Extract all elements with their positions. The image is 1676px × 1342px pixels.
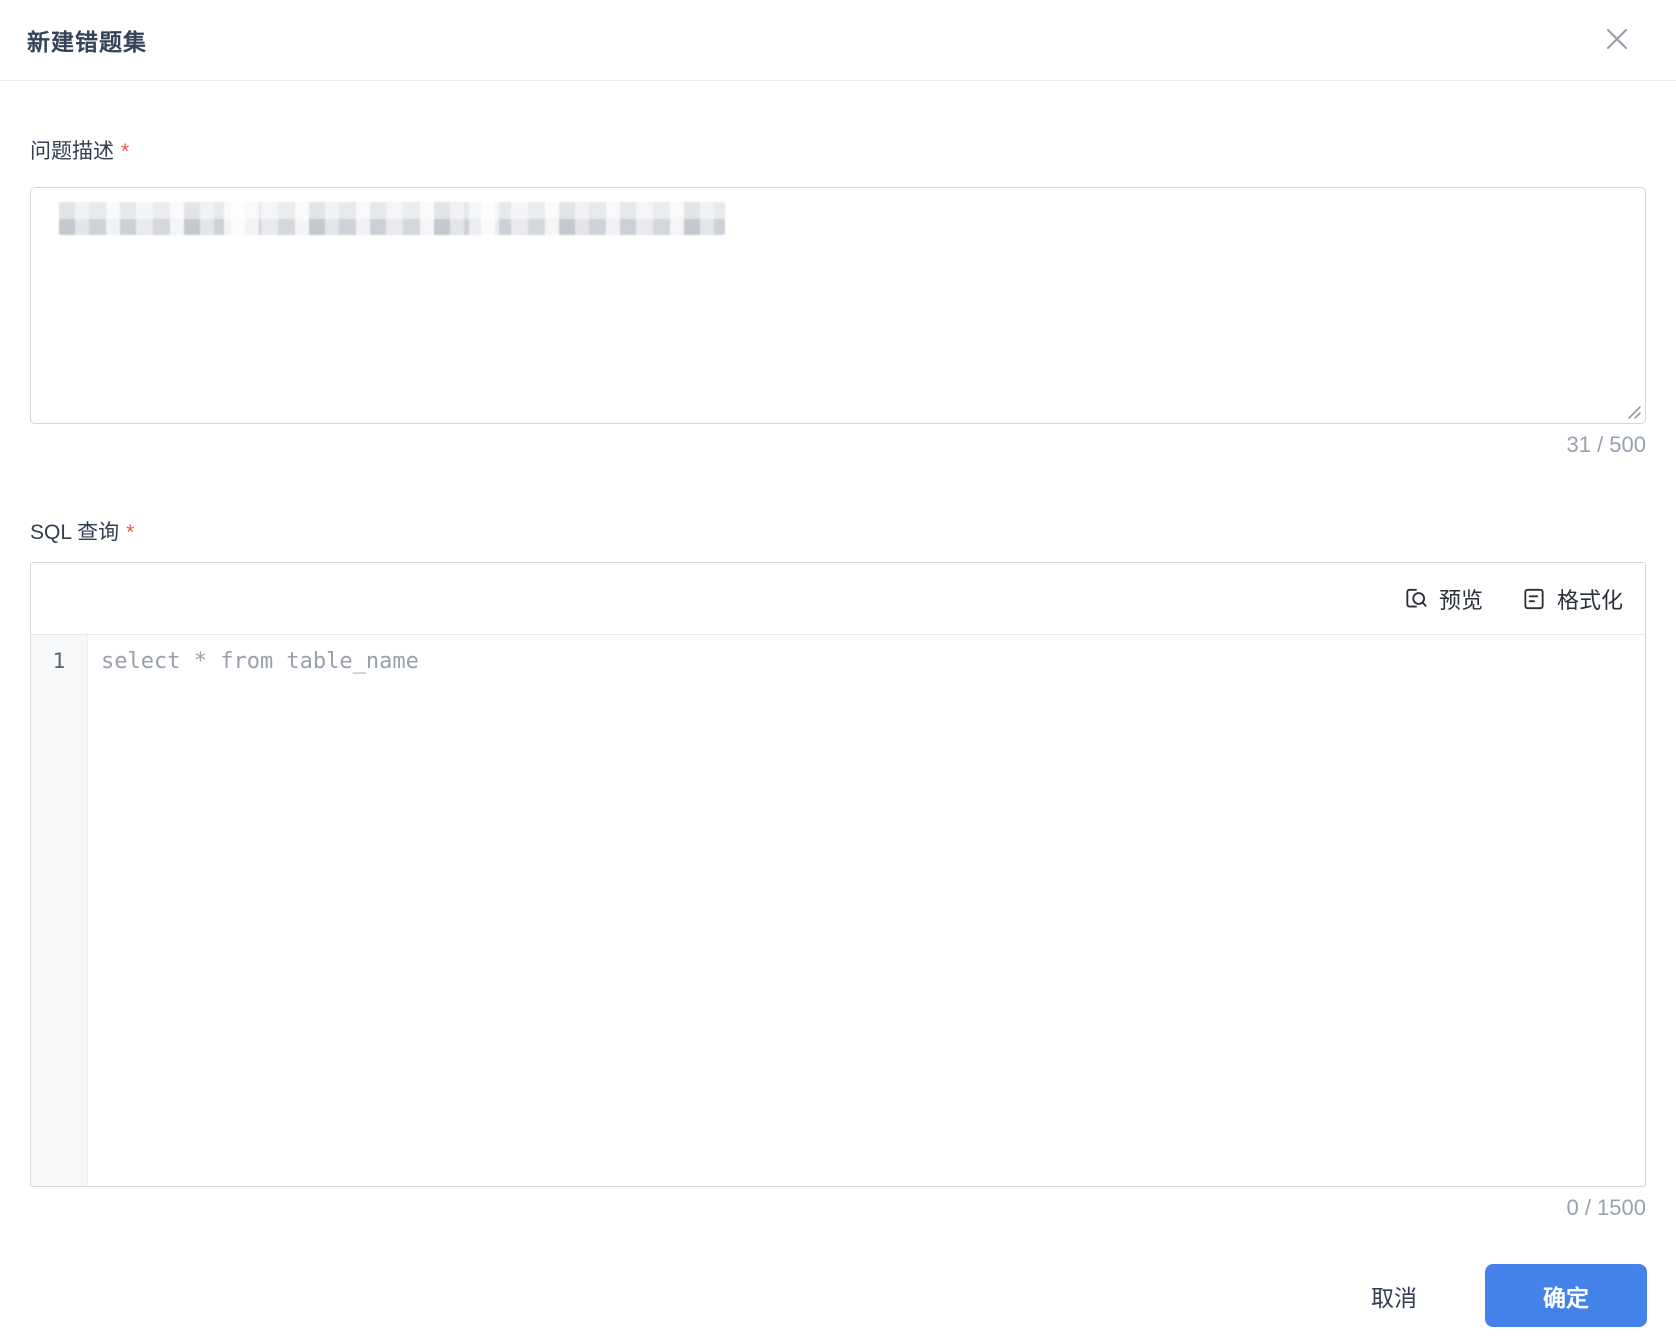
sql-code-input[interactable]: 1 select * from table_name	[31, 635, 1645, 1186]
preview-icon	[1403, 586, 1429, 612]
format-icon	[1521, 586, 1547, 612]
line-number-gutter: 1	[31, 635, 88, 1186]
required-asterisk: *	[121, 140, 130, 163]
sql-char-counter: 0 / 1500	[1566, 1195, 1646, 1220]
description-label-text: 问题描述	[30, 140, 114, 163]
cancel-button[interactable]: 取消	[1343, 1265, 1445, 1327]
sql-editor: 预览 格式化 1 select * from table_name	[30, 562, 1646, 1187]
dialog-title: 新建错题集	[27, 29, 147, 55]
sql-placeholder: select * from table_name	[101, 649, 419, 674]
close-icon	[1603, 25, 1631, 53]
format-button[interactable]: 格式化	[1521, 583, 1623, 615]
description-label: 问题描述 *	[30, 135, 1646, 165]
preview-button-label: 预览	[1438, 587, 1483, 613]
format-button-label: 格式化	[1556, 587, 1623, 613]
confirm-button[interactable]: 确定	[1485, 1264, 1647, 1327]
sql-editor-toolbar: 预览 格式化	[31, 563, 1645, 635]
sql-label-text: SQL 查询	[30, 521, 120, 544]
close-button[interactable]	[1600, 22, 1634, 56]
code-content: select * from table_name	[88, 635, 1645, 1186]
dialog-footer: 取消 确定	[1343, 1264, 1647, 1327]
sql-label: SQL 查询 *	[30, 516, 1646, 546]
line-number: 1	[52, 649, 66, 673]
create-error-set-dialog: 新建错题集 问题描述 * 31 / 500 SQL 查询 * 预览 格式化 1 …	[0, 0, 1676, 1342]
required-asterisk: *	[126, 521, 135, 544]
preview-button[interactable]: 预览	[1403, 583, 1483, 615]
description-redacted-value	[59, 202, 725, 235]
dialog-header: 新建错题集	[0, 0, 1676, 81]
description-char-counter: 31 / 500	[1566, 432, 1646, 457]
description-textarea[interactable]	[30, 187, 1646, 424]
dialog-body: 问题描述 * 31 / 500 SQL 查询 * 预览 格式化 1 select…	[0, 135, 1676, 1221]
textarea-resize-handle[interactable]	[1625, 403, 1641, 419]
